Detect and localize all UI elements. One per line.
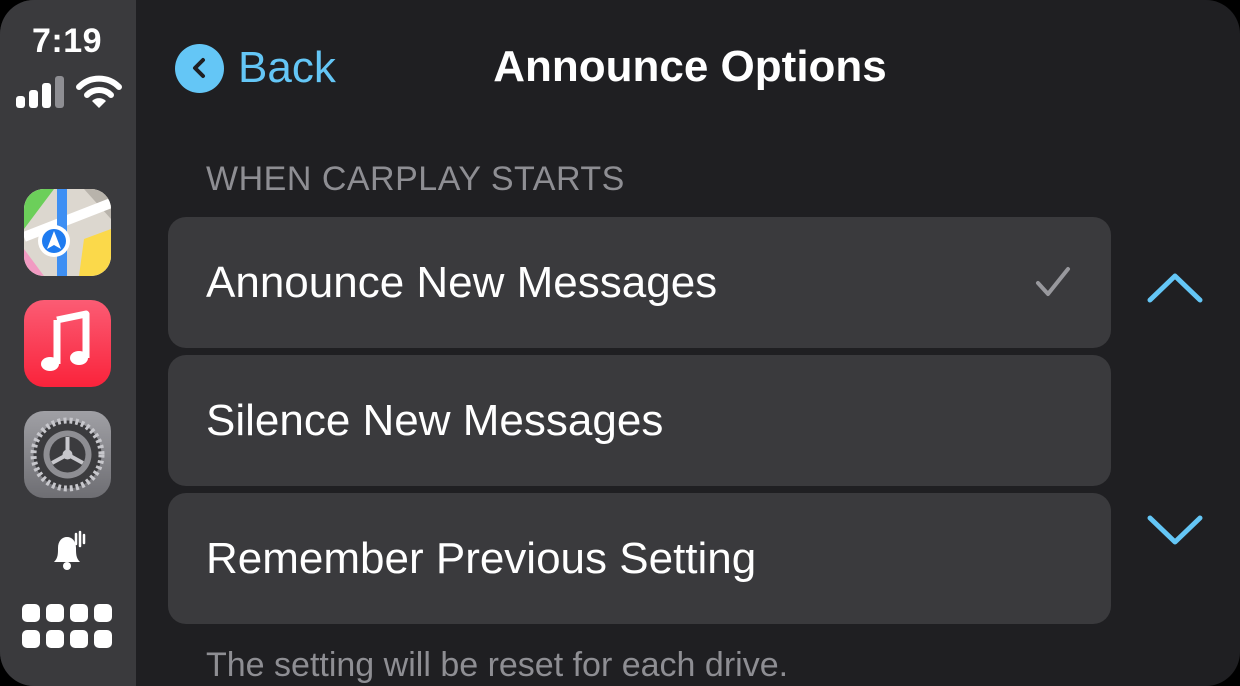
section-footer: The setting will be reset for each drive… (206, 646, 789, 684)
scroll-up-chevron-icon[interactable] (1146, 270, 1204, 306)
back-label: Back (238, 43, 336, 92)
chevron-left-icon (175, 43, 224, 93)
option-label: Remember Previous Setting (206, 534, 757, 583)
back-button[interactable]: Back (175, 42, 336, 94)
option-remember-previous-setting[interactable]: Remember Previous Setting (168, 493, 1111, 624)
gear-icon (30, 417, 105, 492)
status-time: 7:19 (31, 22, 103, 60)
option-label: Silence New Messages (206, 396, 664, 445)
dock-sidebar: 7:19 (0, 0, 136, 686)
option-silence-new-messages[interactable]: Silence New Messages (168, 355, 1111, 486)
music-app-icon[interactable] (24, 300, 111, 387)
app-grid-icon[interactable] (22, 604, 112, 650)
announce-notifications-icon[interactable] (46, 530, 90, 574)
option-label: Announce New Messages (206, 258, 718, 307)
carplay-screen: 7:19 Back Announce Options WHEN CARPLAY … (0, 0, 1240, 686)
wifi-icon (76, 75, 122, 108)
option-announce-new-messages[interactable]: Announce New Messages (168, 217, 1111, 348)
music-note-icon (41, 310, 90, 371)
section-header: WHEN CARPLAY STARTS (206, 160, 625, 198)
cellular-signal-icon (16, 76, 64, 108)
maps-app-icon[interactable] (24, 189, 111, 276)
checkmark-icon (1036, 267, 1070, 296)
settings-app-icon[interactable] (24, 411, 111, 498)
page-title: Announce Options (493, 42, 887, 91)
maps-icon (24, 189, 111, 276)
scroll-down-chevron-icon[interactable] (1146, 512, 1204, 548)
